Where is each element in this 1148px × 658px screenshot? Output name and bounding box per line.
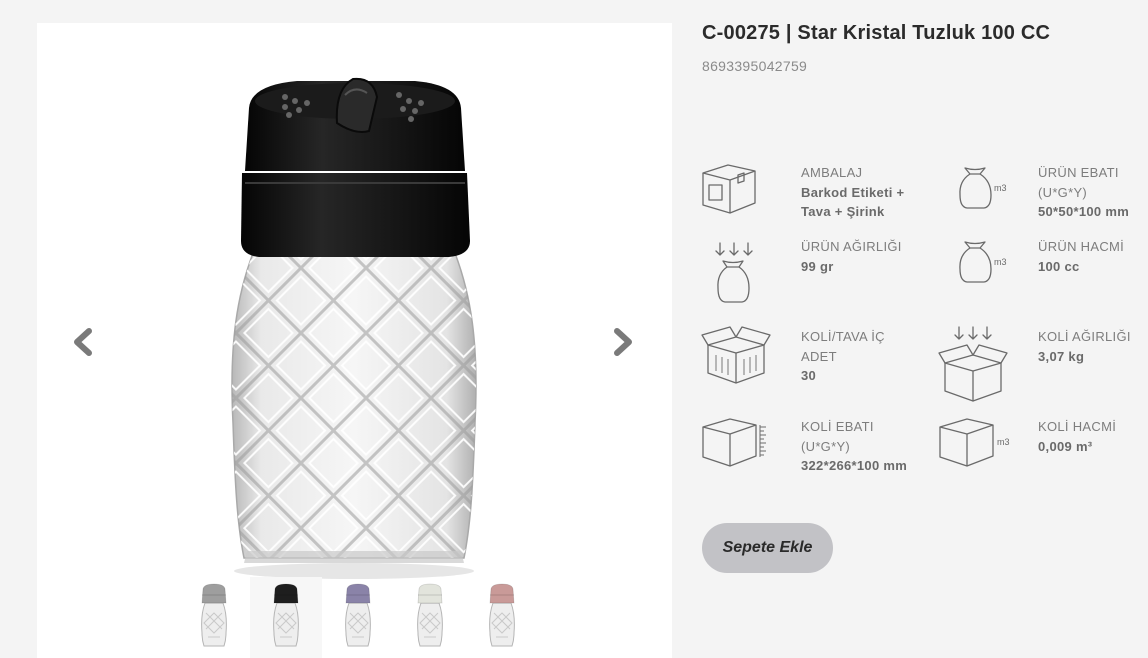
sack-m3-icon: m3 bbox=[959, 241, 1007, 283]
spec-case-size: KOLİ EBATI (U*G*Y) 322*266*100 mm bbox=[801, 417, 907, 476]
spec-product-size: ÜRÜN EBATI (U*G*Y) 50*50*100 mm bbox=[1038, 163, 1129, 222]
thumbnail-3[interactable] bbox=[322, 577, 394, 658]
spec-product-weight-value: 99 gr bbox=[801, 258, 834, 274]
spec-packaging-value-line1: Barkod Etiketi + bbox=[801, 184, 905, 200]
thumbnail-jar-image bbox=[273, 583, 299, 647]
add-to-cart-button[interactable]: Sepete Ekle bbox=[702, 523, 833, 573]
thumbnail-1[interactable] bbox=[178, 577, 250, 658]
spec-packaging-label: AMBALAJ bbox=[801, 165, 863, 180]
spec-product-size-value: 50*50*100 mm bbox=[1038, 204, 1130, 219]
spec-case-volume-label: KOLİ HACMİ bbox=[1038, 419, 1117, 434]
product-barcode: 8693395042759 bbox=[702, 58, 808, 74]
product-main-image bbox=[231, 77, 477, 579]
spec-case-count-value: 30 bbox=[801, 368, 817, 383]
spec-case-count-label-2: ADET bbox=[801, 348, 837, 364]
spec-case-size-label-2: (U*G*Y) bbox=[801, 438, 851, 454]
spec-product-volume-label: ÜRÜN HACMİ bbox=[1038, 239, 1125, 254]
spec-case-size-label: KOLİ EBATI bbox=[801, 419, 874, 434]
spec-case-size-value: 322*266*100 mm bbox=[801, 458, 908, 473]
box-ruler-icon bbox=[702, 418, 766, 467]
spec-product-volume: ÜRÜN HACMİ 100 cc bbox=[1038, 237, 1124, 276]
box-weight-icon bbox=[938, 326, 1008, 402]
product-gallery bbox=[37, 23, 672, 658]
open-box-icon bbox=[701, 326, 771, 384]
spec-packaging: AMBALAJ Barkod Etiketi + Tava + Şirink bbox=[801, 163, 904, 222]
m3-mark: m3 bbox=[997, 437, 1010, 447]
thumbnail-jar-image bbox=[489, 583, 515, 647]
spec-product-weight-label: ÜRÜN AĞIRLIĞI bbox=[801, 239, 902, 254]
sack-weight-icon bbox=[715, 242, 753, 303]
gallery-prev-arrow[interactable] bbox=[67, 325, 101, 359]
spec-product-weight: ÜRÜN AĞIRLIĞI 99 gr bbox=[801, 237, 902, 276]
thumbnail-2[interactable] bbox=[250, 577, 322, 658]
spec-case-count: KOLİ/TAVA İÇ ADET 30 bbox=[801, 327, 885, 386]
thumbnail-strip bbox=[177, 577, 537, 658]
gallery-next-arrow[interactable] bbox=[605, 325, 639, 359]
spec-case-weight-label: KOLİ AĞIRLIĞI bbox=[1038, 329, 1131, 344]
thumbnail-jar-image bbox=[201, 583, 227, 647]
m3-mark: m3 bbox=[994, 183, 1007, 193]
thumbnail-jar-image bbox=[345, 583, 371, 647]
box-m3-icon: m3 bbox=[939, 418, 1010, 467]
spec-case-weight-value: 3,07 kg bbox=[1038, 348, 1085, 364]
box-icon bbox=[702, 164, 756, 214]
spec-product-size-label-2: (U*G*Y) bbox=[1038, 184, 1088, 200]
spec-packaging-value-line2: Tava + Şirink bbox=[801, 204, 885, 219]
spec-product-size-label: ÜRÜN EBATI bbox=[1038, 165, 1119, 180]
m3-mark: m3 bbox=[994, 257, 1007, 267]
spec-product-volume-value: 100 cc bbox=[1038, 258, 1080, 274]
thumbnail-4[interactable] bbox=[394, 577, 466, 658]
sack-m3-icon: m3 bbox=[959, 167, 1007, 209]
spec-case-volume: KOLİ HACMİ 0,009 m³ bbox=[1038, 417, 1116, 456]
thumbnail-jar-image bbox=[417, 583, 443, 647]
spec-case-volume-value: 0,009 m³ bbox=[1038, 438, 1093, 454]
product-title: C-00275 | Star Kristal Tuzluk 100 CC bbox=[702, 22, 1051, 44]
spec-case-weight: KOLİ AĞIRLIĞI 3,07 kg bbox=[1038, 327, 1131, 366]
spec-case-count-label: KOLİ/TAVA İÇ bbox=[801, 329, 885, 344]
thumbnail-5[interactable] bbox=[466, 577, 538, 658]
